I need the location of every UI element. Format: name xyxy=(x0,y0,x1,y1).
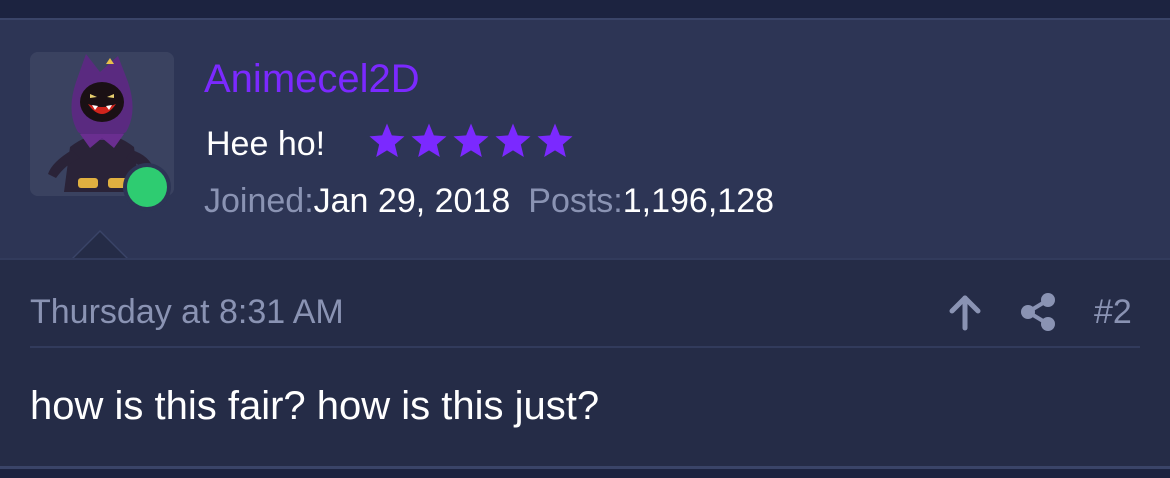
star-icon xyxy=(369,123,405,157)
post-number-link[interactable]: #2 xyxy=(1094,292,1132,332)
rating-stars xyxy=(367,121,575,165)
header-pointer xyxy=(72,232,128,260)
joined-label: Joined: xyxy=(204,182,314,220)
share-button[interactable] xyxy=(1018,290,1058,334)
star-icon xyxy=(495,123,531,157)
post-timestamp[interactable]: Thursday at 8:31 AM xyxy=(30,292,344,332)
star-icon xyxy=(411,123,447,157)
share-icon xyxy=(1021,293,1055,331)
star-icon xyxy=(453,123,489,157)
upvote-button[interactable] xyxy=(945,290,985,334)
star-icon xyxy=(537,123,573,157)
post-divider xyxy=(30,346,1140,348)
post-body xyxy=(0,260,1170,466)
post-author-header xyxy=(0,20,1170,258)
posts-count: 1,196,128 xyxy=(622,182,775,220)
user-stats: Joined:Jan 29, 2018 Posts:1,196,128 xyxy=(204,180,774,222)
arrow-up-icon xyxy=(949,295,981,331)
posts-label: Posts: xyxy=(528,182,623,220)
bottom-strip xyxy=(0,469,1170,478)
joined-date: Jan 29, 2018 xyxy=(313,182,511,220)
post-message: how is this fair? how is this just? xyxy=(30,384,600,428)
username-link[interactable]: Animecel2D xyxy=(204,56,420,102)
top-strip xyxy=(0,0,1170,18)
online-status-dot xyxy=(127,167,167,207)
user-title: Hee ho! xyxy=(206,125,326,163)
